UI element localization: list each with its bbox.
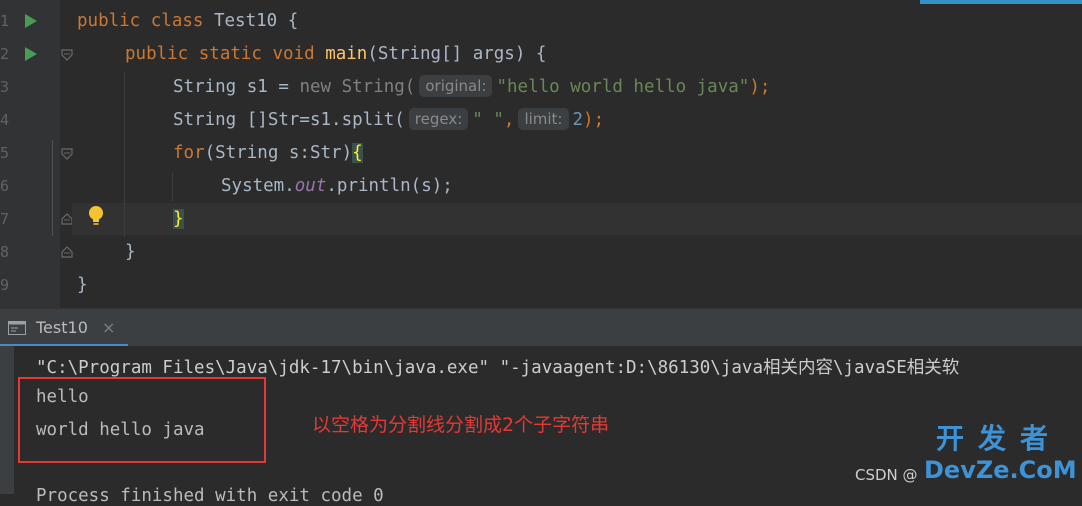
code-text: ); — [749, 77, 771, 97]
number-literal: 2 — [572, 110, 584, 130]
param-hint: limit: — [518, 108, 569, 130]
indent-guide — [172, 172, 173, 202]
code-text: } — [125, 242, 136, 262]
code-text: (String s:Str) — [204, 143, 353, 163]
editor-top-indicator — [920, 0, 1082, 4]
keyword: public class — [77, 11, 214, 31]
annotation-text: 以空格为分割线分割成2个子字符串 — [312, 414, 610, 436]
code-text: ); — [583, 110, 605, 130]
line-number: 1 — [0, 12, 10, 30]
method-name: main — [325, 44, 368, 64]
code-line-2[interactable]: public static void main(String[] args) { — [125, 38, 546, 70]
code-line-4[interactable]: String []Str=s1.split(regex: " ", limit: 2)… — [173, 104, 604, 136]
matched-brace: { — [352, 143, 363, 163]
code-text: , — [503, 110, 515, 130]
static-field: out — [294, 176, 327, 196]
console-command: "C:\Program Files\Java\jdk-17\bin\java.e… — [36, 358, 960, 378]
line-number: 6 — [0, 177, 10, 195]
watermark-bottom-text: DevZe.CoM — [924, 456, 1077, 484]
line-number: 7 — [0, 210, 10, 228]
code-line-6[interactable]: System.out.println(s); — [221, 170, 453, 202]
method-signature: (String[] args) { — [367, 44, 547, 64]
code-line-7[interactable]: } — [173, 203, 184, 235]
code-line-3[interactable]: String s1 = new String(original: "hello w… — [173, 71, 770, 103]
fold-icon[interactable] — [61, 49, 73, 61]
run-console[interactable]: "C:\Program Files\Java\jdk-17\bin\java.e… — [0, 346, 1082, 506]
param-hint: regex: — [408, 108, 469, 130]
line-number: 3 — [0, 78, 10, 96]
code-line-9[interactable]: } — [77, 269, 88, 301]
tab-test10[interactable]: Test10 × — [0, 309, 128, 347]
line-number: 5 — [0, 144, 10, 162]
devze-watermark-logo: 开发者 DevZe.CoM — [924, 422, 1077, 488]
run-tool-window-header: Test10 × — [0, 308, 1082, 347]
line-number: 2 — [0, 45, 10, 63]
tab-label: Test10 — [36, 318, 88, 337]
scope-indicator — [52, 140, 53, 236]
string-literal: "hello world hello java" — [496, 77, 750, 97]
close-icon[interactable]: × — [102, 318, 115, 337]
keyword: public static void — [125, 44, 326, 64]
param-hint: original: — [419, 75, 493, 97]
code-line-8[interactable]: } — [125, 236, 136, 268]
line-number: 8 — [0, 243, 10, 261]
class-name: Test10 { — [213, 11, 299, 31]
line-number: 9 — [0, 276, 10, 294]
console-exit-status: Process finished with exit code 0 — [36, 486, 384, 506]
highlight-box — [18, 377, 266, 463]
code-text: String( — [331, 77, 416, 97]
code-text: } — [77, 275, 88, 295]
string-literal: " " — [472, 110, 504, 130]
unfold-icon[interactable] — [61, 246, 73, 258]
line-number: 4 — [0, 111, 10, 129]
code-text: String s1 = — [173, 77, 300, 97]
console-gutter — [0, 346, 14, 494]
keyword: new — [299, 77, 332, 97]
editor-gutter: 1 2 3 4 5 6 7 8 9 — [0, 0, 60, 308]
run-class-icon[interactable] — [25, 14, 37, 28]
code-line-1[interactable]: public class Test10 { — [77, 5, 298, 37]
watermark-top-text: 开发者 — [935, 422, 1062, 455]
console-icon — [8, 321, 26, 335]
fold-icon[interactable] — [61, 148, 73, 160]
code-line-5[interactable]: for(String s:Str){ — [173, 137, 363, 169]
code-editor[interactable]: 1 2 3 4 5 6 7 8 9 public class Test10 { … — [0, 0, 1082, 308]
indent-guide — [124, 72, 125, 237]
current-line-highlight — [72, 203, 1082, 235]
code-text: System. — [221, 176, 295, 196]
code-text: .println(s); — [326, 176, 453, 196]
run-main-icon[interactable] — [25, 47, 37, 61]
code-text: String []Str=s1.split( — [173, 110, 405, 130]
csdn-watermark: CSDN @ — [855, 466, 918, 484]
lightbulb-icon[interactable] — [88, 205, 104, 227]
matched-brace: } — [173, 209, 184, 229]
keyword: for — [173, 143, 205, 163]
